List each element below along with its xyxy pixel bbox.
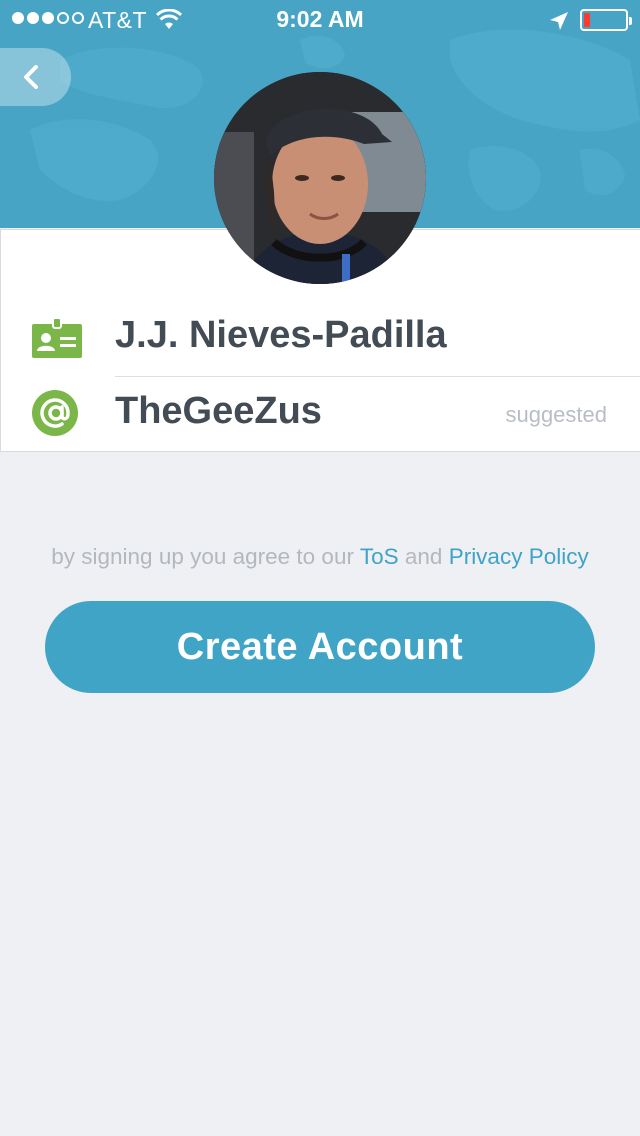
chevron-left-icon	[24, 65, 38, 89]
clock: 9:02 AM	[276, 6, 364, 32]
username-row[interactable]: TheGeeZus suggested	[1, 376, 640, 452]
battery-icon	[580, 9, 632, 31]
back-button[interactable]	[0, 48, 71, 106]
terms-text: by signing up you agree to our ToS and P…	[0, 544, 640, 570]
id-card-icon	[32, 318, 82, 358]
location-arrow-icon	[550, 12, 568, 30]
terms-prefix: by signing up you agree to our	[51, 544, 354, 569]
profile-photo	[214, 72, 426, 284]
create-account-button[interactable]: Create Account	[45, 601, 595, 693]
username-suggested-label: suggested	[505, 402, 607, 427]
username-field[interactable]: TheGeeZus	[115, 390, 322, 433]
avatar[interactable]	[214, 72, 426, 284]
status-bar: AT&T 9:02 AM	[0, 0, 640, 40]
terms-conjunction: and	[404, 544, 443, 569]
at-sign-icon	[32, 390, 78, 436]
privacy-policy-link[interactable]: Privacy Policy	[449, 544, 589, 569]
create-account-screen: AT&T 9:02 AM J.J. Nieves-Padilla TheGeeZ…	[0, 0, 640, 1136]
tos-link[interactable]: ToS	[360, 544, 399, 569]
full-name-field[interactable]: J.J. Nieves-Padilla	[115, 314, 447, 357]
full-name-row[interactable]: J.J. Nieves-Padilla	[1, 300, 640, 376]
